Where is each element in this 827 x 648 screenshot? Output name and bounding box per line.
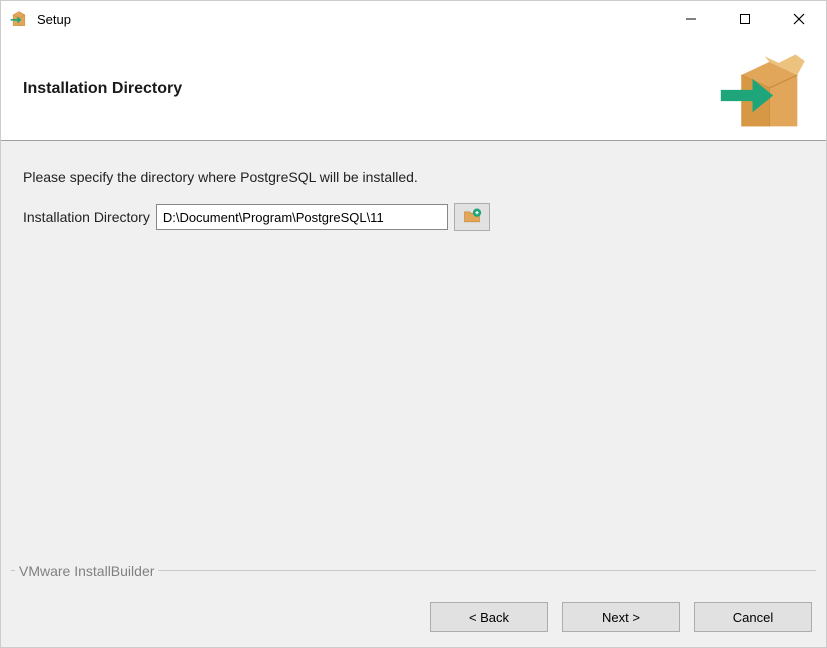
titlebar: Setup xyxy=(1,1,826,37)
directory-label: Installation Directory xyxy=(23,209,150,225)
window-title: Setup xyxy=(37,12,71,27)
close-button[interactable] xyxy=(772,1,826,37)
minimize-button[interactable] xyxy=(664,1,718,37)
browse-button[interactable] xyxy=(454,203,490,231)
folder-browse-icon xyxy=(462,206,482,229)
directory-input[interactable] xyxy=(156,204,448,230)
instruction-text: Please specify the directory where Postg… xyxy=(23,169,804,185)
box-arrow-icon xyxy=(712,47,808,131)
wizard-body: Please specify the directory where Postg… xyxy=(1,141,826,587)
page-title: Installation Directory xyxy=(23,80,182,98)
builder-label: VMware InstallBuilder xyxy=(15,563,158,579)
maximize-button[interactable] xyxy=(718,1,772,37)
app-icon xyxy=(9,9,29,29)
wizard-footer: < Back Next > Cancel xyxy=(1,587,826,647)
next-button[interactable]: Next > xyxy=(562,602,680,632)
wizard-header: Installation Directory xyxy=(1,37,826,141)
directory-row: Installation Directory xyxy=(23,203,804,231)
cancel-button[interactable]: Cancel xyxy=(694,602,812,632)
window-controls xyxy=(664,1,826,37)
back-button[interactable]: < Back xyxy=(430,602,548,632)
